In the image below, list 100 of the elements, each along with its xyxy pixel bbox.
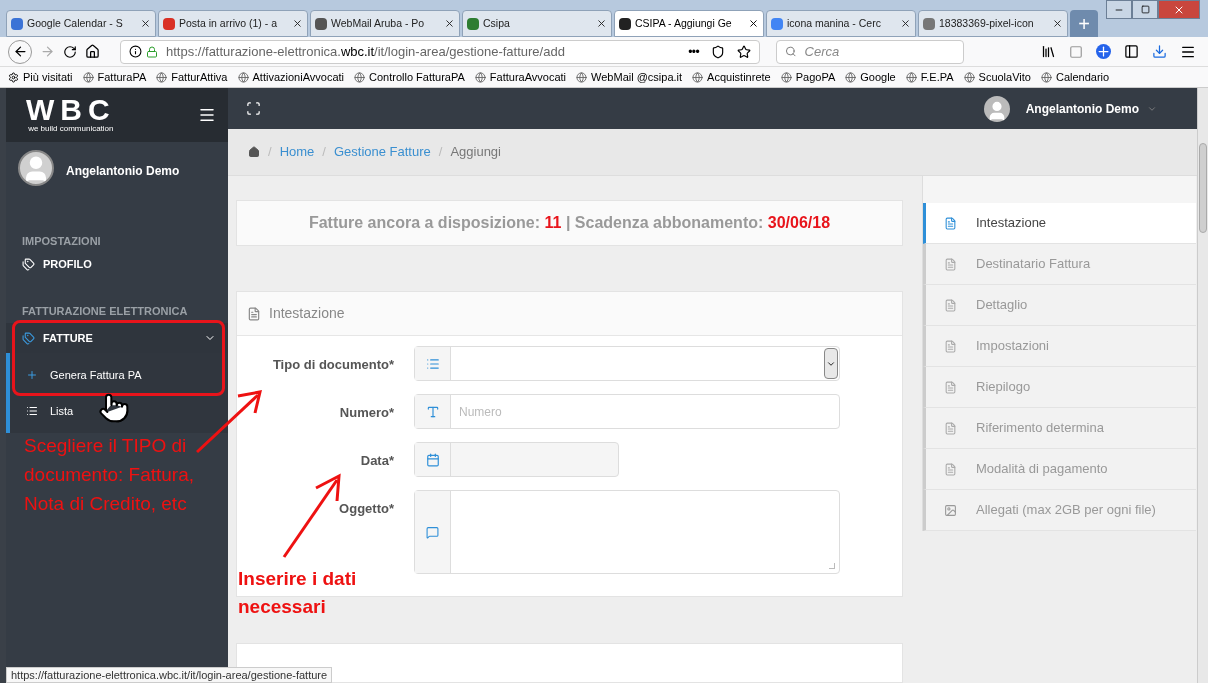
calendar-icon [425,452,440,467]
browser-tab[interactable]: Google Calendar - S [6,10,156,37]
tab-favicon-icon [619,17,631,30]
bookmark-item[interactable]: Acquistinrete [692,68,771,86]
browser-tab[interactable]: WebMail Aruba - Po [310,10,460,37]
close-icon[interactable] [140,18,151,29]
field-label: Tipo di documento* [272,356,394,374]
search-field[interactable]: Cerca [776,39,964,64]
breadcrumb-separator: / [322,143,326,162]
address-bar[interactable]: https://fatturazione-elettronica.wbc.it/it/login-area/gestione-fatture/add ••• [120,39,760,64]
fullscreen-icon[interactable] [246,101,261,117]
tag-icon [22,331,35,345]
browser-tab[interactable]: 18383369-pixel-icon [918,10,1068,37]
tab-title: Csipa [483,15,511,31]
bookmark-item[interactable]: Controllo FatturaPA [354,68,465,86]
globe-icon [474,71,486,83]
breadcrumb-separator: / [268,143,272,162]
menu-icon[interactable] [198,106,216,124]
submenu-item[interactable]: Lista [10,393,228,429]
bookmark-item[interactable]: FatturaAvvocati [474,68,567,86]
bookmark-label: PagoPA [795,69,836,85]
submenu-item[interactable]: Genera Fattura PA [10,357,228,393]
sidebar-item[interactable]: FATTURE [6,323,228,353]
bookmark-label: Acquistinrete [707,69,771,85]
tab-favicon-icon [923,17,935,30]
globe-icon [963,71,975,83]
step-item[interactable]: Intestazione [923,203,1196,244]
bookmark-item[interactable]: AttivazioniAvvocati [237,68,344,86]
sidebar-item[interactable]: PROFILO [6,249,228,279]
home-icon[interactable] [85,44,100,59]
document-icon [944,257,957,271]
maximize-button[interactable] [1132,0,1158,19]
close-icon[interactable] [596,18,607,29]
maximize-icon [1140,5,1150,14]
home-icon[interactable] [248,146,260,159]
bookmark-item[interactable]: FatturaPA [82,68,147,86]
close-icon[interactable] [444,18,455,29]
resize-handle-icon[interactable] [829,563,835,569]
sidebar-user-name: Angelantonio Demo [66,163,180,180]
bookmark-star-icon[interactable] [737,44,751,59]
bookmark-label: ScuolaVito [978,69,1031,85]
close-icon[interactable] [900,18,911,29]
lock-icon [146,45,158,58]
bookmark-item[interactable]: F.E.PA [905,68,954,86]
sidebar-item-label: PROFILO [43,256,93,272]
status-bar: https://fatturazione-elettronica.wbc.it/it/login-area/gestione-fatture [6,667,333,683]
gear-icon [8,71,19,83]
breadcrumb-separator: / [438,143,443,162]
annotation-note: Scegliere il TIPO di documento: Fattura, Nota di Credito, etc [24,434,196,516]
input-field[interactable]: Numero [414,394,840,429]
list-icon [425,356,440,371]
bookmark-item[interactable]: FatturAttiva [156,68,228,86]
number-input[interactable]: Numero [459,402,831,421]
tab-title: icona manina - Cerc [787,15,882,31]
tab-favicon-icon [11,17,23,30]
tab-title: Posta in arrivo (1) - a [179,15,279,31]
document-icon [944,462,957,476]
globe-icon [156,71,168,83]
bookmark-item[interactable]: WebMail @csipa.it [576,68,683,86]
search-input[interactable]: Cerca [804,41,955,62]
info-text: Fatture ancora a disposizione: 11 | Scadenza abbonamento: 30/06/18 [308,213,831,233]
dropdown-field[interactable] [414,346,840,381]
globe-icon [237,71,249,83]
tab-title: WebMail Aruba - Po [331,15,426,31]
globe-icon [845,71,857,83]
page-actions-button[interactable]: ••• [688,42,699,61]
bookmark-label: AttivazioniAvvocati [252,69,344,85]
bookmark-item[interactable]: ScuolaVito [963,68,1031,86]
tab-title: 18383369-pixel-icon [939,15,1035,31]
field-label: Numero* [339,404,394,422]
bookmark-item[interactable]: Calendario [1040,68,1110,86]
browser-tab[interactable]: icona manina - Cerc [766,10,916,37]
logo[interactable]: WBC [26,96,116,124]
close-icon[interactable] [1052,18,1063,29]
bookmark-label: F.E.PA [920,69,954,85]
tab-favicon-icon [163,17,175,30]
new-tab-button[interactable]: + [1070,10,1098,37]
bookmark-label: Controllo FatturaPA [369,69,465,85]
bookmark-label: FatturAttiva [171,69,228,85]
reload-icon[interactable] [63,44,77,59]
bookmark-item[interactable]: PagoPA [780,68,836,86]
close-icon[interactable] [748,18,759,29]
dropdown-toggle[interactable] [824,348,838,379]
bookmark-item[interactable]: Google [845,68,896,86]
chat-icon [426,525,439,539]
close-icon[interactable] [292,18,303,29]
browser-tab[interactable]: CSIPA - Aggiungi Ge [614,10,764,37]
globe-icon [692,71,704,83]
bookmark-item[interactable]: Più visitati [8,68,73,86]
globe-icon [82,71,94,83]
sidebar-icon[interactable] [1124,44,1139,59]
input-field[interactable] [414,442,619,477]
browser-tab[interactable]: Posta in arrivo (1) - a [158,10,308,37]
user-menu[interactable]: Angelantonio Demo [1025,99,1157,118]
browser-tab[interactable]: Csipa [462,10,612,37]
download-icon[interactable] [1152,44,1167,59]
scrollbar[interactable] [1197,88,1208,683]
library-icon[interactable] [1041,44,1056,59]
section-title: FATTURAZIONE ELETTRONICA [21,304,189,319]
minimize-button[interactable] [1106,0,1132,19]
